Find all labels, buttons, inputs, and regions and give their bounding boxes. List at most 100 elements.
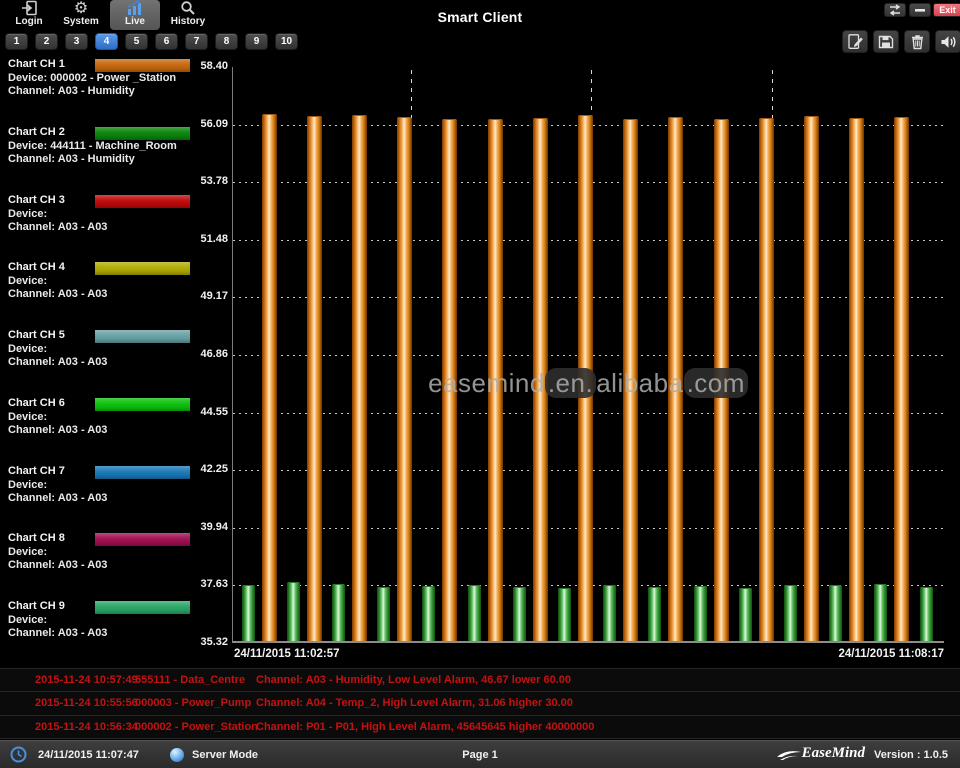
page-button-8[interactable]: 8 <box>215 33 238 50</box>
bar-green <box>648 587 661 641</box>
bar-green <box>874 584 887 641</box>
channel-title: Chart CH 9 <box>8 600 65 612</box>
wing-icon <box>776 748 802 762</box>
switch-user-button[interactable] <box>884 3 906 17</box>
channel-device-label: Device: <box>8 411 47 423</box>
bar-green <box>242 585 255 641</box>
trash-icon <box>910 34 925 50</box>
channel-title: Chart CH 4 <box>8 261 65 273</box>
page-button-10[interactable]: 10 <box>275 33 298 50</box>
y-axis-tick-label: 44.55 <box>194 406 228 418</box>
channel-color-swatch <box>95 59 190 72</box>
y-axis-tick-label: 42.25 <box>194 463 228 475</box>
gear-icon: ⚙ <box>57 0 105 17</box>
channel-device-label: Device: <box>8 546 47 558</box>
page-button-7[interactable]: 7 <box>185 33 208 50</box>
y-axis-tick-label: 58.40 <box>194 60 228 72</box>
alarm-row-3[interactable]: 2015-11-24 10:56:34000002 - Power_Statio… <box>0 716 960 739</box>
channel-device-label: Device: 000002 - Power _Station <box>8 72 176 84</box>
channel-device-label: Device: <box>8 479 47 491</box>
alarm-message: Channel: P01 - P01, High Level Alarm, 45… <box>256 721 594 733</box>
y-axis-tick-label: 51.48 <box>194 233 228 245</box>
login-icon <box>8 0 50 17</box>
live-chart-icon <box>110 0 160 17</box>
minimize-icon <box>910 4 930 16</box>
channel-title: Chart CH 5 <box>8 329 65 341</box>
bar-green <box>287 582 300 641</box>
version-label: Version : 1.0.5 <box>874 749 948 761</box>
bar-green <box>422 586 435 641</box>
page-button-3[interactable]: 3 <box>65 33 88 50</box>
channel-channel-label: Channel: A03 - A03 <box>8 492 107 504</box>
y-axis-tick-label: 56.09 <box>194 118 228 130</box>
brand-logo: EaseMind <box>776 745 865 762</box>
page-button-1[interactable]: 1 <box>5 33 28 50</box>
channel-color-swatch <box>95 127 190 140</box>
channel-color-swatch <box>95 533 190 546</box>
edit-icon <box>847 33 864 50</box>
channel-channel-label: Channel: A03 - A03 <box>8 424 107 436</box>
channel-color-swatch <box>95 262 190 275</box>
y-axis-tick-label: 39.94 <box>194 521 228 533</box>
edit-button[interactable] <box>842 30 868 53</box>
channel-device-label: Device: 444111 - Machine_Room <box>8 140 177 152</box>
alarm-time: 2015-11-24 10:57:49 <box>35 674 138 686</box>
nav-system-button[interactable]: ⚙ System <box>57 0 105 30</box>
channel-entry-9[interactable]: Chart CH 9Device:Channel: A03 - A03 <box>0 600 232 662</box>
page-button-2[interactable]: 2 <box>35 33 58 50</box>
alarm-row-1[interactable]: 2015-11-24 10:57:49555111 - Data_Centre C… <box>0 669 960 692</box>
bar-green <box>694 586 707 641</box>
delete-button[interactable] <box>904 30 930 53</box>
channel-channel-label: Channel: A03 - A03 <box>8 356 107 368</box>
channel-title: Chart CH 2 <box>8 126 65 138</box>
alarm-message: Channel: A03 - Humidity, Low Level Alarm… <box>256 674 571 686</box>
bar-green <box>603 585 616 641</box>
alarm-row-2[interactable]: 2015-11-24 10:55:56000003 - Power_PumpCh… <box>0 692 960 715</box>
bar-green <box>513 587 526 641</box>
refresh-icon <box>885 4 905 16</box>
channel-channel-label: Channel: A03 - Humidity <box>8 85 135 97</box>
page-button-9[interactable]: 9 <box>245 33 268 50</box>
channel-channel-label: Channel: A03 - Humidity <box>8 153 135 165</box>
channel-channel-label: Channel: A03 - A03 <box>8 627 107 639</box>
page-button-6[interactable]: 6 <box>155 33 178 50</box>
channel-entry-5[interactable]: Chart CH 5Device:Channel: A03 - A03 <box>0 329 232 391</box>
y-axis-tick-label: 53.78 <box>194 175 228 187</box>
channel-color-swatch <box>95 466 190 479</box>
alarm-time: 2015-11-24 10:55:56 <box>35 697 138 709</box>
sound-button[interactable] <box>935 30 960 53</box>
channel-title: Chart CH 8 <box>8 532 65 544</box>
channel-color-swatch <box>95 398 190 411</box>
channel-color-swatch <box>95 330 190 343</box>
alarm-device: 555111 - Data_Centre <box>135 674 245 686</box>
status-bar: 24/11/2015 11:07:47 Server Mode Page 1 E… <box>0 740 960 768</box>
exit-button[interactable]: Exit <box>933 3 960 17</box>
page-button-5[interactable]: 5 <box>125 33 148 50</box>
bar-green <box>332 584 345 641</box>
nav-live-button[interactable]: Live <box>110 0 160 30</box>
page-button-4[interactable]: 4 <box>95 33 118 50</box>
channel-channel-label: Channel: A03 - A03 <box>8 288 107 300</box>
alarm-log: 2015-11-24 10:57:49555111 - Data_Centre C… <box>0 668 960 739</box>
alarm-device: 000002 - Power_Station <box>135 721 258 733</box>
speaker-icon <box>940 34 957 50</box>
y-axis-tick-label: 49.17 <box>194 290 228 302</box>
bar-green <box>829 585 842 641</box>
channel-entry-3[interactable]: Chart CH 3Device:Channel: A03 - A03 <box>0 194 232 256</box>
channel-title: Chart CH 6 <box>8 397 65 409</box>
channel-device-label: Device: <box>8 275 47 287</box>
channel-title: Chart CH 7 <box>8 465 65 477</box>
x-axis-end-label: 24/11/2015 11:08:17 <box>838 648 944 660</box>
channel-title: Chart CH 1 <box>8 58 65 70</box>
save-button[interactable] <box>873 30 899 53</box>
bar-green <box>468 585 481 641</box>
nav-history-button[interactable]: History <box>163 0 213 30</box>
channel-color-swatch <box>95 195 190 208</box>
channel-channel-label: Channel: A03 - A03 <box>8 221 107 233</box>
minimize-button[interactable] <box>909 3 931 17</box>
search-icon <box>163 0 213 17</box>
bar-green <box>558 588 571 641</box>
y-axis-tick-label: 35.32 <box>194 636 228 648</box>
nav-login-button[interactable]: Login <box>8 0 50 30</box>
watermark: easemind.en.alibaba.com <box>232 368 944 399</box>
